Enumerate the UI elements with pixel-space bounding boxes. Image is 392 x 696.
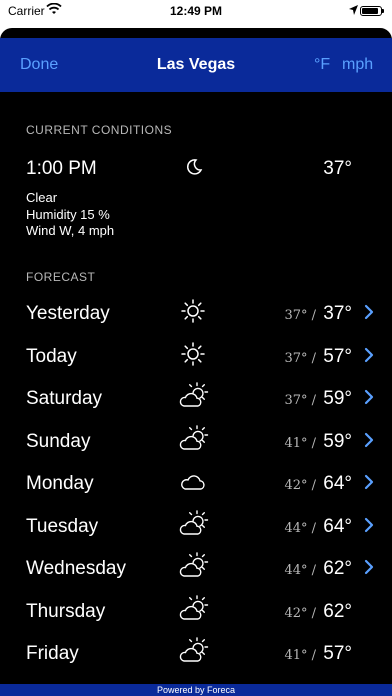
moon-icon — [184, 157, 204, 182]
forecast-high: 37° — [323, 303, 352, 324]
forecast-row[interactable]: Yesterday 37° / 37° — [0, 297, 392, 337]
forecast-low: 37° / — [284, 308, 316, 323]
current-condition: Clear — [26, 190, 58, 205]
partly-cloudy-icon — [176, 509, 210, 538]
forecast-high: 59° — [323, 430, 352, 452]
forecast-day: Monday — [26, 473, 94, 494]
forecast-high: 64° — [323, 473, 352, 494]
status-bar: Carrier 12:49 PM — [0, 0, 392, 22]
forecast-row[interactable]: Tuesday 44° / 64° — [0, 509, 392, 550]
navigation-bar: Done Las Vegas °F mph — [0, 38, 392, 92]
battery-icon — [360, 6, 384, 16]
location-arrow-icon — [349, 4, 358, 18]
page-title: Las Vegas — [156, 56, 236, 73]
forecast-low: 41° / — [284, 435, 316, 451]
current-conditions-heading: CURRENT CONDITIONS — [26, 123, 173, 137]
forecast-day: Tuesday — [26, 515, 99, 537]
forecast-day: Sunday — [26, 430, 91, 452]
forecast-row[interactable]: Today 37° / 57° — [0, 340, 392, 380]
forecast-low: 37° / — [284, 393, 316, 408]
forecast-low: 41° / — [284, 648, 316, 663]
sun-icon — [176, 340, 210, 368]
forecast-high: 57° — [323, 345, 352, 367]
chevron-right-icon[interactable] — [364, 474, 374, 495]
cloud-icon — [176, 467, 210, 495]
forecast-low: 42° / — [284, 605, 316, 621]
forecast-row: Friday 41° / 57° — [0, 637, 392, 677]
forecast-low: 44° / — [284, 563, 316, 578]
current-humidity: Humidity 15 % — [26, 207, 110, 222]
forecast-high: 64° — [323, 515, 352, 537]
forecast-row[interactable]: Saturday 37° / 59° — [0, 382, 392, 422]
partly-cloudy-icon — [176, 424, 210, 453]
forecast-day: Friday — [26, 643, 79, 664]
forecast-day: Today — [26, 345, 77, 367]
current-wind: Wind W, 4 mph — [26, 223, 115, 238]
partly-cloudy-icon — [176, 382, 210, 410]
mph-toggle[interactable]: mph — [342, 56, 373, 74]
forecast-high: 62° — [323, 558, 352, 579]
chevron-right-icon[interactable] — [364, 517, 374, 538]
forecast-day: Thursday — [26, 600, 106, 622]
chevron-right-icon[interactable] — [364, 389, 374, 410]
partly-cloudy-icon — [176, 552, 210, 580]
chevron-right-icon[interactable] — [364, 347, 374, 368]
forecast-day: Wednesday — [26, 558, 126, 579]
forecast-row[interactable]: Monday 42° / 64° — [0, 467, 392, 507]
forecast-low: 42° / — [284, 478, 316, 493]
forecast-high: 62° — [323, 600, 352, 622]
forecast-low: 44° / — [284, 520, 316, 536]
forecast-heading: FORECAST — [26, 270, 96, 284]
status-time: 12:49 PM — [169, 4, 223, 18]
forecast-day: Yesterday — [26, 303, 110, 324]
chevron-right-icon[interactable] — [364, 559, 374, 580]
chevron-right-icon[interactable] — [364, 304, 374, 325]
forecast-low: 37° / — [284, 350, 316, 366]
partly-cloudy-icon — [176, 594, 210, 623]
chevron-right-icon[interactable] — [364, 432, 374, 453]
current-time: 1:00 PM — [26, 158, 97, 179]
forecast-row[interactable]: Wednesday 44° / 62° — [0, 552, 392, 592]
fahrenheit-toggle[interactable]: °F — [314, 56, 330, 74]
forecast-row: Thursday 42° / 62° — [0, 594, 392, 635]
partly-cloudy-icon — [176, 637, 210, 665]
forecast-day: Saturday — [26, 388, 103, 409]
forecast-high: 57° — [323, 643, 352, 664]
sun-icon — [176, 297, 210, 325]
current-temperature: 37° — [323, 158, 352, 179]
forecast-row[interactable]: Sunday 41° / 59° — [0, 424, 392, 465]
forecast-high: 59° — [323, 388, 352, 409]
footer-attribution: Powered by Foreca — [0, 684, 392, 696]
